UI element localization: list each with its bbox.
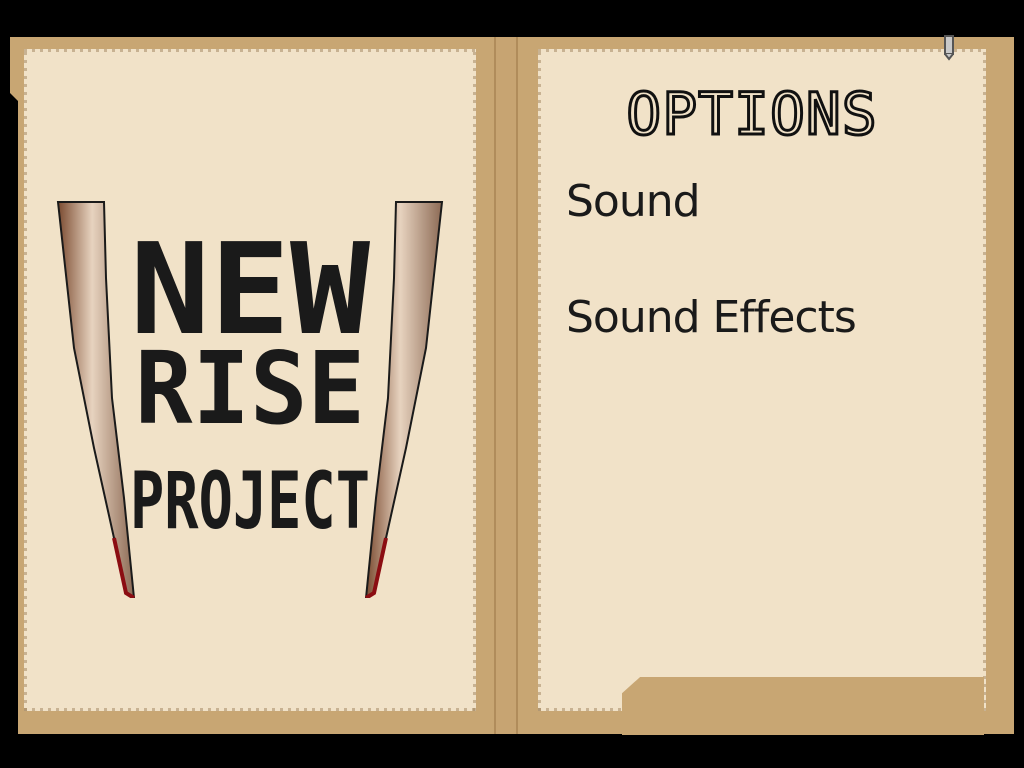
sound-option[interactable]: Sound — [566, 176, 701, 227]
left-fang-icon — [56, 201, 136, 598]
sound-effects-option[interactable]: Sound Effects — [566, 292, 857, 343]
folder-tab — [622, 677, 984, 735]
right-fang-icon — [364, 201, 444, 598]
logo-word-rise: RISE — [135, 330, 365, 447]
bookmark-icon[interactable] — [935, 33, 963, 61]
logo-word-project: PROJECT — [130, 457, 370, 547]
options-title: OPTIONS — [625, 79, 878, 150]
right-page — [538, 49, 986, 711]
game-logo: NEW RISE PROJECT — [56, 201, 444, 598]
folder-spine — [494, 37, 518, 734]
